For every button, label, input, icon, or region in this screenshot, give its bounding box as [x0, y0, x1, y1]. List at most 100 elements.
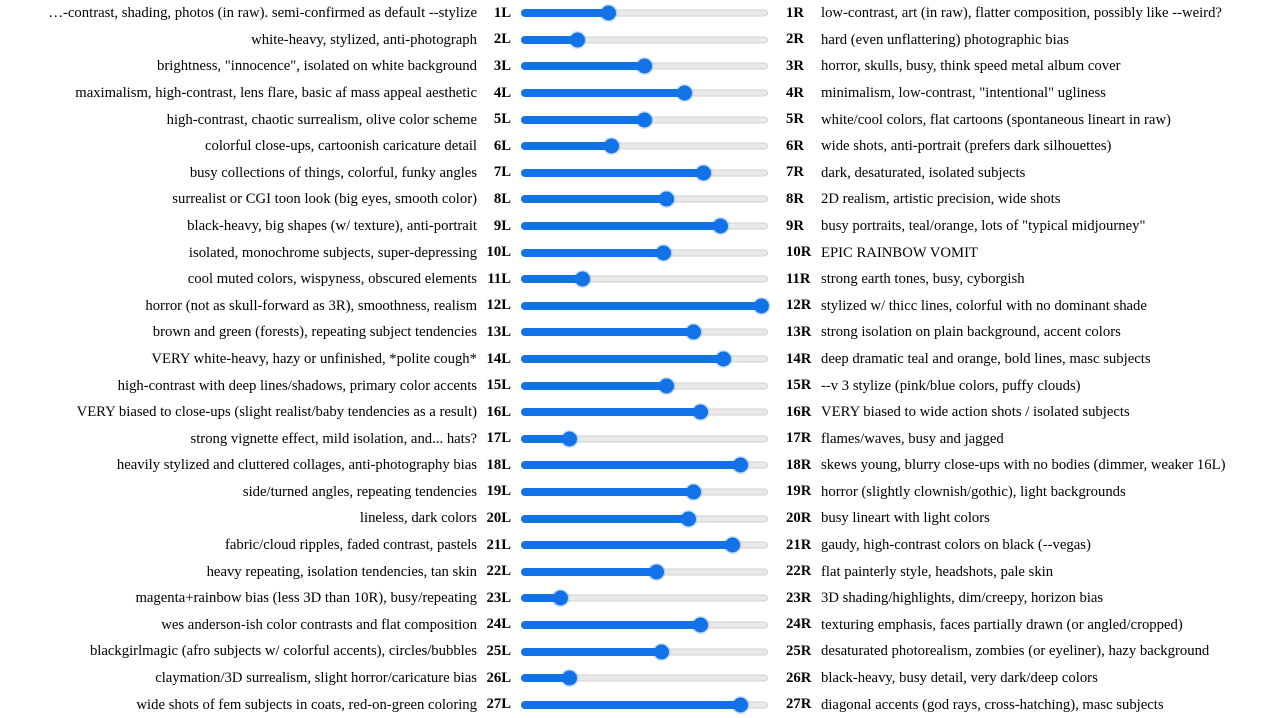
- left-index-label: 10L: [486, 244, 511, 261]
- slider-thumb[interactable]: [680, 511, 696, 527]
- left-index-label: 9L: [493, 217, 511, 234]
- slider-row: side/turned angles, repeating tendencies…: [0, 479, 1280, 506]
- bias-slider[interactable]: [520, 616, 768, 634]
- bias-slider[interactable]: [520, 164, 768, 182]
- bias-slider[interactable]: [520, 643, 768, 661]
- bias-slider[interactable]: [520, 350, 768, 368]
- right-description-label: desaturated photorealism, zombies (or ey…: [821, 643, 1210, 660]
- bias-slider[interactable]: [520, 217, 768, 235]
- bias-slider[interactable]: [520, 323, 768, 341]
- slider-row: black-heavy, big shapes (w/ texture), an…: [0, 213, 1280, 240]
- slider-thumb[interactable]: [648, 564, 664, 580]
- bias-slider[interactable]: [520, 456, 768, 474]
- slider-thumb[interactable]: [693, 404, 709, 420]
- bias-slider[interactable]: [520, 297, 769, 315]
- left-index-label: 14L: [486, 350, 511, 367]
- left-description-label: magenta+rainbow bias (less 3D than 10R),…: [135, 590, 477, 607]
- bias-slider[interactable]: [520, 190, 768, 208]
- slider-thumb[interactable]: [693, 617, 709, 633]
- slider-row: wes anderson-ish color contrasts and fla…: [0, 612, 1280, 639]
- slider-thumb[interactable]: [569, 32, 585, 48]
- slider-thumb[interactable]: [685, 324, 701, 340]
- bias-slider[interactable]: [520, 589, 768, 607]
- left-description-label: brightness, "innocence", isolated on whi…: [157, 58, 477, 75]
- slider-cell: [513, 4, 775, 22]
- right-index-label: 3R: [786, 57, 804, 74]
- slider-thumb[interactable]: [656, 245, 672, 261]
- slider-fill: [520, 355, 724, 364]
- bias-slider[interactable]: [520, 510, 768, 528]
- bias-slider[interactable]: [520, 483, 768, 501]
- slider-cell: [513, 164, 775, 182]
- slider-fill: [520, 62, 644, 71]
- right-index-label: 9R: [786, 217, 804, 234]
- right-index-label: 21R: [786, 536, 812, 553]
- slider-thumb[interactable]: [552, 590, 568, 606]
- slider-thumb[interactable]: [562, 431, 578, 447]
- bias-slider[interactable]: [520, 57, 768, 75]
- slider-thumb[interactable]: [636, 58, 652, 74]
- slider-cell: [513, 536, 775, 554]
- right-index-label: 13R: [786, 323, 812, 340]
- slider-thumb[interactable]: [695, 165, 711, 181]
- slider-thumb[interactable]: [732, 457, 748, 473]
- right-index-label: 20R: [786, 510, 812, 527]
- slider-thumb[interactable]: [636, 112, 652, 128]
- left-index-label: 7L: [493, 164, 511, 181]
- slider-cell: [513, 616, 775, 634]
- slider-thumb[interactable]: [653, 644, 669, 660]
- bias-slider[interactable]: [520, 244, 768, 262]
- bias-slider[interactable]: [520, 430, 768, 448]
- slider-cell: [513, 696, 775, 714]
- slider-thumb[interactable]: [604, 138, 620, 154]
- left-index-label: 1L: [493, 4, 511, 21]
- left-description-label: …-contrast, shading, photos (in raw). se…: [48, 5, 477, 22]
- slider-fill: [520, 487, 694, 496]
- bias-slider[interactable]: [520, 403, 768, 421]
- left-index-label: 25L: [486, 643, 511, 660]
- bias-slider[interactable]: [520, 4, 768, 22]
- bias-slider[interactable]: [520, 31, 768, 49]
- left-index-label: 4L: [493, 84, 511, 101]
- slider-thumb[interactable]: [725, 537, 741, 553]
- slider-thumb[interactable]: [658, 378, 674, 394]
- left-description-label: surrealist or CGI toon look (big eyes, s…: [172, 191, 477, 208]
- slider-thumb[interactable]: [562, 670, 578, 686]
- left-index-label: 20L: [486, 510, 511, 527]
- slider-row: surrealist or CGI toon look (big eyes, s…: [0, 186, 1280, 213]
- slider-thumb[interactable]: [574, 271, 590, 287]
- bias-slider[interactable]: [520, 270, 768, 288]
- slider-cell: [513, 217, 775, 235]
- slider-thumb[interactable]: [753, 298, 769, 314]
- bias-slider[interactable]: [520, 137, 768, 155]
- left-index-label: 15L: [486, 377, 511, 394]
- slider-thumb[interactable]: [685, 484, 701, 500]
- slider-thumb[interactable]: [600, 5, 616, 21]
- slider-fill: [520, 408, 701, 417]
- bias-slider[interactable]: [520, 377, 768, 395]
- right-index-label: 19R: [786, 483, 812, 500]
- right-description-label: strong earth tones, busy, cyborgish: [821, 271, 1025, 288]
- slider-thumb[interactable]: [732, 697, 748, 713]
- left-index-label: 6L: [493, 137, 511, 154]
- left-description-label: brown and green (forests), repeating sub…: [152, 324, 477, 341]
- bias-slider[interactable]: [520, 536, 768, 554]
- slider-thumb[interactable]: [677, 85, 693, 101]
- right-index-label: 18R: [786, 456, 812, 473]
- left-index-label: 27L: [486, 696, 511, 713]
- slider-thumb[interactable]: [715, 351, 731, 367]
- slider-cell: [513, 190, 775, 208]
- slider-fill: [520, 89, 685, 98]
- right-index-label: 8R: [786, 190, 804, 207]
- bias-slider[interactable]: [520, 111, 768, 129]
- slider-cell: [513, 510, 775, 528]
- slider-thumb[interactable]: [713, 218, 729, 234]
- slider-thumb[interactable]: [658, 191, 674, 207]
- right-description-label: --v 3 stylize (pink/blue colors, puffy c…: [821, 377, 1081, 394]
- bias-slider[interactable]: [520, 563, 768, 581]
- left-index-label: 22L: [486, 563, 511, 580]
- bias-slider[interactable]: [520, 84, 768, 102]
- slider-row: lineless, dark colors 20L 20R busy lineart …: [0, 505, 1280, 532]
- bias-slider[interactable]: [520, 669, 768, 687]
- bias-slider[interactable]: [520, 696, 768, 714]
